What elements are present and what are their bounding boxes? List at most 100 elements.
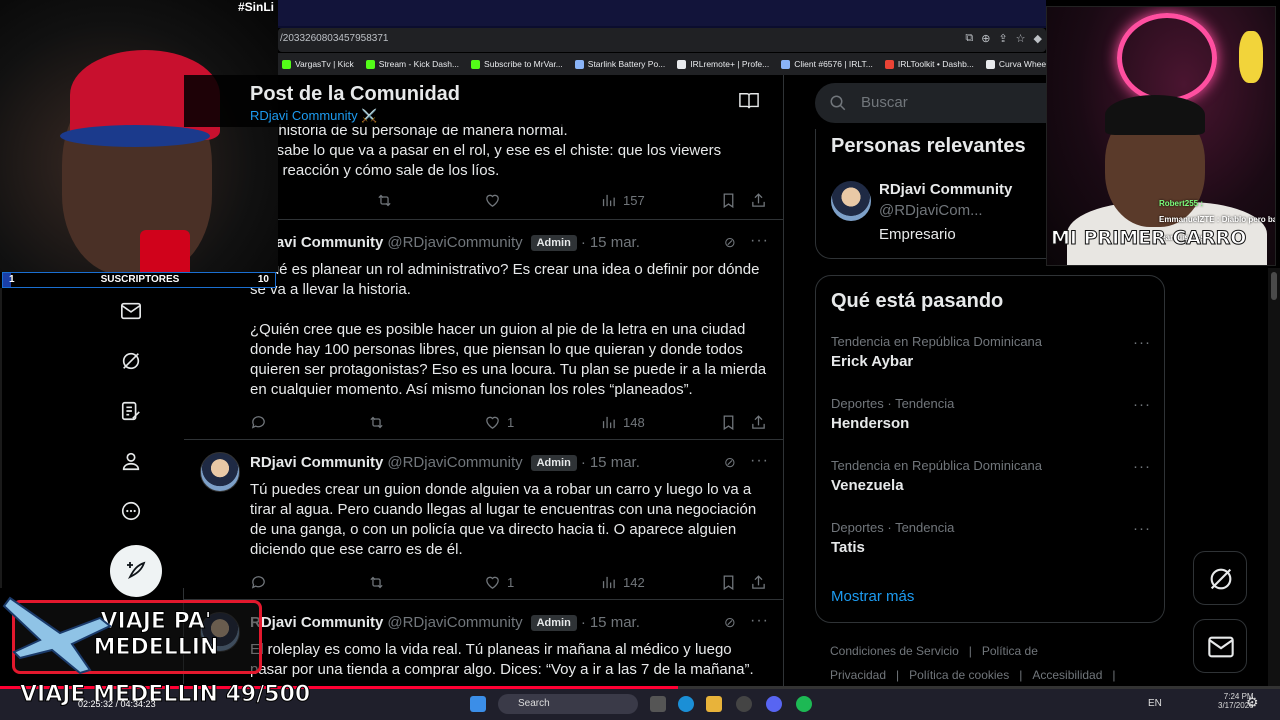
trend-item[interactable]: Deportes · Tendencia Henderson ···: [831, 396, 1151, 432]
like-button[interactable]: 1: [484, 414, 514, 431]
book-icon[interactable]: [738, 91, 760, 111]
page-scrollbar[interactable]: [1268, 268, 1280, 688]
share-button[interactable]: [750, 192, 767, 209]
more-options-icon[interactable]: ···: [1133, 396, 1151, 413]
retweet-button[interactable]: [368, 414, 385, 431]
trend-name: Henderson: [831, 415, 910, 432]
like-button[interactable]: 1: [484, 574, 514, 591]
grok-icon[interactable]: ⊘: [724, 234, 736, 251]
bookmark-button[interactable]: [720, 192, 737, 209]
avatar[interactable]: [200, 452, 240, 492]
trend-item[interactable]: Tendencia en República Dominicana Venezue…: [831, 458, 1151, 494]
footer-link[interactable]: Política de cookies: [909, 668, 1009, 682]
address-bar[interactable]: /2033260803457958371 ⧉ ⊕ ⇪ ☆ ◆: [278, 28, 1046, 52]
x-page: Post de la Comunidad RDjavi Community ⚔️…: [183, 75, 1165, 687]
discord-icon[interactable]: [766, 696, 782, 712]
more-options-icon[interactable]: ···: [1133, 520, 1151, 537]
grok-icon[interactable]: ⊘: [724, 454, 736, 471]
trend-name: Tatis: [831, 539, 865, 556]
chrome-icon[interactable]: [736, 696, 752, 712]
retweet-button[interactable]: [376, 192, 393, 209]
address-url[interactable]: /2033260803457958371: [280, 33, 388, 44]
author-handle[interactable]: @RDjaviCommunity: [387, 614, 522, 631]
start-icon[interactable]: [470, 696, 486, 712]
extension-icon[interactable]: ◆: [1034, 32, 1042, 45]
edge-icon[interactable]: [678, 696, 694, 712]
task-view-icon[interactable]: [650, 696, 666, 712]
messages-fab[interactable]: [1193, 619, 1247, 673]
bookmark-item[interactable]: Curva Wheels CFF76...: [982, 59, 1046, 69]
star-icon[interactable]: ☆: [1016, 32, 1026, 45]
author-handle[interactable]: @RDjaviCommunity: [387, 234, 522, 251]
author-name[interactable]: RDjavi Community: [250, 454, 383, 471]
tweet[interactable]: RDjavi Community @RDjaviCommunity Admin · 15…: [184, 600, 783, 687]
profile-icon[interactable]: [120, 450, 142, 472]
avatar[interactable]: [831, 181, 871, 221]
retweet-button[interactable]: [368, 574, 385, 591]
relevant-name[interactable]: RDjavi Community: [879, 181, 1012, 198]
author-name[interactable]: RDjavi Community: [250, 614, 383, 631]
bookmark-button[interactable]: [720, 574, 737, 591]
views-button[interactable]: 148: [600, 414, 645, 431]
folder-icon[interactable]: [706, 696, 722, 712]
more-options-icon[interactable]: ···: [1133, 458, 1151, 475]
more-options-icon[interactable]: ···: [750, 232, 769, 250]
bookmark-favicon-icon: [471, 59, 481, 69]
bookmark-label: Curva Wheels CFF76...: [998, 59, 1046, 69]
footer-link[interactable]: Condiciones de Servicio: [830, 644, 959, 658]
tweet-header: RDjavi Community @RDjaviCommunity Admin · 15…: [250, 614, 640, 632]
tweet-actions: 157: [250, 192, 770, 212]
lists-icon[interactable]: [120, 400, 142, 422]
heart-icon: [486, 576, 499, 589]
viaje-counter: VIAJE MEDELLIN 49/500: [19, 682, 311, 708]
share-button[interactable]: [750, 574, 767, 591]
taskbar-search[interactable]: Search: [498, 694, 638, 714]
zoom-icon[interactable]: ⊕: [981, 32, 990, 45]
chat-user: Robert255 :: [1159, 199, 1204, 208]
bookmark-item[interactable]: Subscribe to MrVar...: [467, 59, 571, 69]
bookmark-item[interactable]: Client #6576 | IRLT...: [777, 59, 881, 69]
page-subtitle[interactable]: RDjavi Community ⚔️: [250, 108, 377, 124]
bookmark-item[interactable]: IRLremote+ | Profe...: [673, 59, 777, 69]
translate-icon[interactable]: ⧉: [965, 32, 973, 45]
mail-icon[interactable]: [120, 300, 142, 322]
grok-icon[interactable]: [120, 350, 142, 372]
reply-icon: [251, 416, 265, 429]
share-icon[interactable]: ⇪: [998, 32, 1007, 45]
tweet-date[interactable]: 15 mar.: [590, 454, 640, 471]
settings-icon[interactable]: ⚙: [1246, 694, 1259, 711]
bookmark-item[interactable]: VargasTv | Kick: [278, 59, 362, 69]
bookmarks-bar: VargasTv | Kick Stream - Kick Dash... Subs…: [278, 53, 1046, 75]
more-options-icon[interactable]: ···: [1133, 334, 1151, 351]
heart-icon: [486, 416, 499, 429]
language-indicator[interactable]: EN: [1148, 698, 1162, 709]
author-handle[interactable]: @RDjaviCommunity: [387, 454, 522, 471]
bookmark-favicon-icon: [365, 59, 375, 69]
tweet[interactable]: RDjavi Community @RDjaviCommunity Admin · 15…: [184, 440, 783, 600]
reply-button[interactable]: [250, 574, 267, 591]
tweet-date[interactable]: 15 mar.: [590, 614, 640, 631]
views-button[interactable]: 142: [600, 574, 645, 591]
mail-icon: [1208, 636, 1234, 658]
tweet-date[interactable]: 15 mar.: [590, 234, 640, 251]
reply-button[interactable]: [250, 414, 267, 431]
bookmark-item[interactable]: Stream - Kick Dash...: [362, 59, 467, 69]
grok-fab[interactable]: [1193, 551, 1247, 605]
like-button[interactable]: [484, 192, 507, 209]
more-options-icon[interactable]: ···: [750, 612, 769, 630]
footer-link[interactable]: Accesibilidad: [1032, 668, 1102, 682]
views-count: 148: [623, 415, 645, 430]
more-options-icon[interactable]: ···: [750, 452, 769, 470]
views-button[interactable]: 157: [600, 192, 645, 209]
share-button[interactable]: [750, 414, 767, 431]
show-more-link[interactable]: Mostrar más: [831, 588, 914, 605]
grok-icon[interactable]: ⊘: [724, 614, 736, 631]
bookmark-item[interactable]: Starlink Battery Po...: [571, 59, 673, 69]
admin-badge: Admin: [530, 615, 577, 631]
trend-item[interactable]: Tendencia en República Dominicana Erick A…: [831, 334, 1151, 370]
bookmark-button[interactable]: [720, 414, 737, 431]
bookmark-item[interactable]: IRLToolkit • Dashb...: [881, 59, 982, 69]
more-icon[interactable]: [120, 500, 142, 522]
spotify-icon[interactable]: [796, 696, 812, 712]
trend-item[interactable]: Deportes · Tendencia Tatis ···: [831, 520, 1151, 556]
